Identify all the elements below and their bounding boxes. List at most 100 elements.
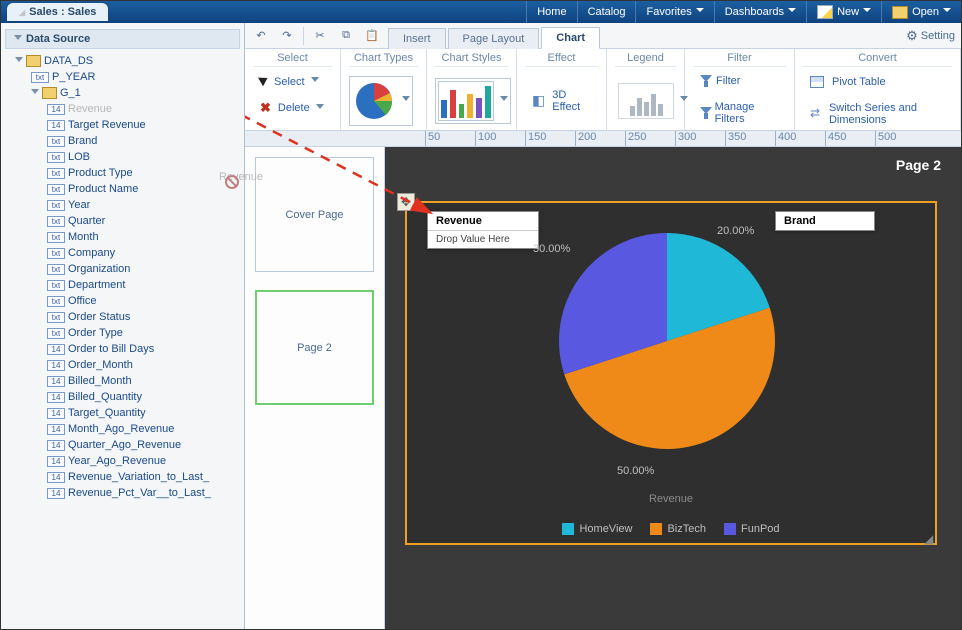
pivot-table-button[interactable]: Pivot Table (803, 72, 952, 92)
tree-group[interactable]: G_1 (15, 85, 244, 101)
tree-field[interactable]: Office (15, 293, 244, 309)
tree-field[interactable]: Quarter_Ago_Revenue (15, 437, 244, 453)
thumb-page-2[interactable]: Page 2 (255, 290, 374, 405)
settings-button[interactable]: Setting (906, 28, 955, 44)
menu-new[interactable]: New (806, 1, 881, 23)
ribbon-select-header: Select (253, 49, 332, 67)
paste-button[interactable]: 📋 (362, 26, 382, 46)
tree-field[interactable]: Organization (15, 261, 244, 277)
data-source-header[interactable]: Data Source (5, 29, 240, 49)
legend-label: FunPod (741, 523, 780, 535)
tree-label: P_YEAR (52, 71, 95, 83)
tree-field[interactable]: Year_Ago_Revenue (15, 453, 244, 469)
tab-page-layout[interactable]: Page Layout (448, 28, 540, 49)
tree-field[interactable]: Order to Bill Days (15, 341, 244, 357)
tree-field[interactable]: Year (15, 197, 244, 213)
switch-series-button[interactable]: Switch Series and Dimensions (803, 98, 952, 130)
menu-home[interactable]: Home (526, 1, 576, 23)
tree-field[interactable]: Product Name (15, 181, 244, 197)
tree-field[interactable]: Order Status (15, 309, 244, 325)
funnel-icon (700, 75, 712, 87)
tree-field[interactable]: Quarter (15, 213, 244, 229)
document-tab[interactable]: Sales : Sales (7, 3, 108, 21)
tree-field[interactable]: Target_Quantity (15, 405, 244, 421)
pie-chart[interactable] (547, 221, 787, 461)
numeric-field-icon (47, 120, 65, 131)
ruler-tick: 200 (575, 131, 596, 147)
thumb-cover-page[interactable]: Cover Page (255, 157, 374, 272)
drop-zone-label: Revenue (428, 212, 538, 230)
canvas[interactable]: Page 2 ✥ ◢ Revenue Drop Value Here Brand (385, 147, 961, 629)
tree-field-label: Year (68, 199, 90, 211)
legend-item-homeview[interactable]: HomeView (562, 523, 632, 535)
text-field-icon (47, 184, 65, 195)
cut-button[interactable]: ✂ (310, 26, 330, 46)
tree-field[interactable]: Brand (15, 133, 244, 149)
copy-button[interactable]: ⧉ (336, 26, 356, 46)
ruler-tick: 500 (875, 131, 896, 147)
ribbon-effect-header: Effect (525, 49, 598, 67)
tree-field[interactable]: Product Type (15, 165, 244, 181)
chart-type-pie[interactable] (349, 76, 413, 126)
tree-pyear[interactable]: P_YEAR (15, 69, 244, 85)
ribbon-convert-header: Convert (803, 49, 952, 67)
ruler-tick: 50 (425, 131, 440, 147)
tree-field-label: Company (68, 247, 115, 259)
chart-frame[interactable]: ✥ ◢ Revenue Drop Value Here Brand (405, 201, 937, 545)
tree-field[interactable]: Target Revenue (15, 117, 244, 133)
menu-open[interactable]: Open (881, 1, 961, 23)
legend-item-funpod[interactable]: FunPod (724, 523, 780, 535)
manage-filters-button[interactable]: Manage Filters (693, 97, 786, 129)
chart-style-picker[interactable] (435, 78, 511, 124)
tab-chart[interactable]: Chart (541, 27, 600, 49)
move-handle-icon[interactable]: ✥ (397, 193, 415, 211)
tree-root[interactable]: DATA_DS (15, 53, 244, 69)
legend-picker[interactable] (615, 80, 691, 122)
undo-button[interactable]: ↶ (251, 26, 271, 46)
ribbon-filter-header: Filter (693, 49, 786, 67)
cube-icon: ◧ (532, 92, 545, 109)
menu-dashboards[interactable]: Dashboards (714, 1, 806, 23)
tree-field[interactable]: LOB (15, 149, 244, 165)
drop-zone-series[interactable]: Brand (775, 211, 875, 231)
manage-filters-label: Manage Filters (715, 101, 779, 125)
tree-label: G_1 (60, 87, 81, 99)
ribbon-chart-types-header: Chart Types (349, 49, 418, 67)
tree-field[interactable]: Billed_Quantity (15, 389, 244, 405)
tree-field[interactable]: Billed_Month (15, 373, 244, 389)
text-field-icon (47, 328, 65, 339)
tree-field[interactable]: Revenue (15, 101, 244, 117)
tree-field-label: Revenue_Pct_Var__to_Last_ (68, 487, 211, 499)
legend-label: HomeView (579, 523, 632, 535)
tree-field[interactable]: Month_Ago_Revenue (15, 421, 244, 437)
tree-field[interactable]: Revenue_Variation_to_Last_ (15, 469, 244, 485)
menu-favorites[interactable]: Favorites (635, 1, 713, 23)
pie-icon (352, 79, 396, 123)
pie-pct-biztech: 50.00% (617, 465, 654, 477)
pie-pct-funpod: 30.00% (533, 243, 570, 255)
delete-button[interactable]: ✖Delete (253, 96, 331, 120)
tree-field[interactable]: Order_Month (15, 357, 244, 373)
tree-field-label: Office (68, 295, 97, 307)
thumb-label: Cover Page (285, 209, 343, 221)
tree-field[interactable]: Order Type (15, 325, 244, 341)
tree-field[interactable]: Department (15, 277, 244, 293)
data-source-panel: Data Source DATA_DS P_YEAR G_1 RevenueTa… (1, 23, 245, 629)
tree-field[interactable]: Month (15, 229, 244, 245)
numeric-field-icon (47, 456, 65, 467)
drop-zone-hint: Drop Value Here (428, 230, 538, 248)
legend-item-biztech[interactable]: BizTech (650, 523, 706, 535)
document-title: Sales : Sales (29, 6, 96, 18)
select-button[interactable]: Select (253, 71, 326, 92)
3d-effect-button[interactable]: ◧3D Effect (525, 85, 598, 117)
drop-zone-value[interactable]: Revenue Drop Value Here (427, 211, 539, 249)
redo-button[interactable]: ↷ (277, 26, 297, 46)
ribbon-legend-header: Legend (615, 49, 676, 67)
data-tree: DATA_DS P_YEAR G_1 RevenueTarget Revenue… (1, 53, 244, 501)
tree-field[interactable]: Company (15, 245, 244, 261)
menu-catalog[interactable]: Catalog (577, 1, 636, 23)
switch-label: Switch Series and Dimensions (829, 102, 945, 126)
tab-insert[interactable]: Insert (388, 28, 446, 49)
filter-button[interactable]: Filter (693, 71, 747, 91)
tree-field[interactable]: Revenue_Pct_Var__to_Last_ (15, 485, 244, 501)
